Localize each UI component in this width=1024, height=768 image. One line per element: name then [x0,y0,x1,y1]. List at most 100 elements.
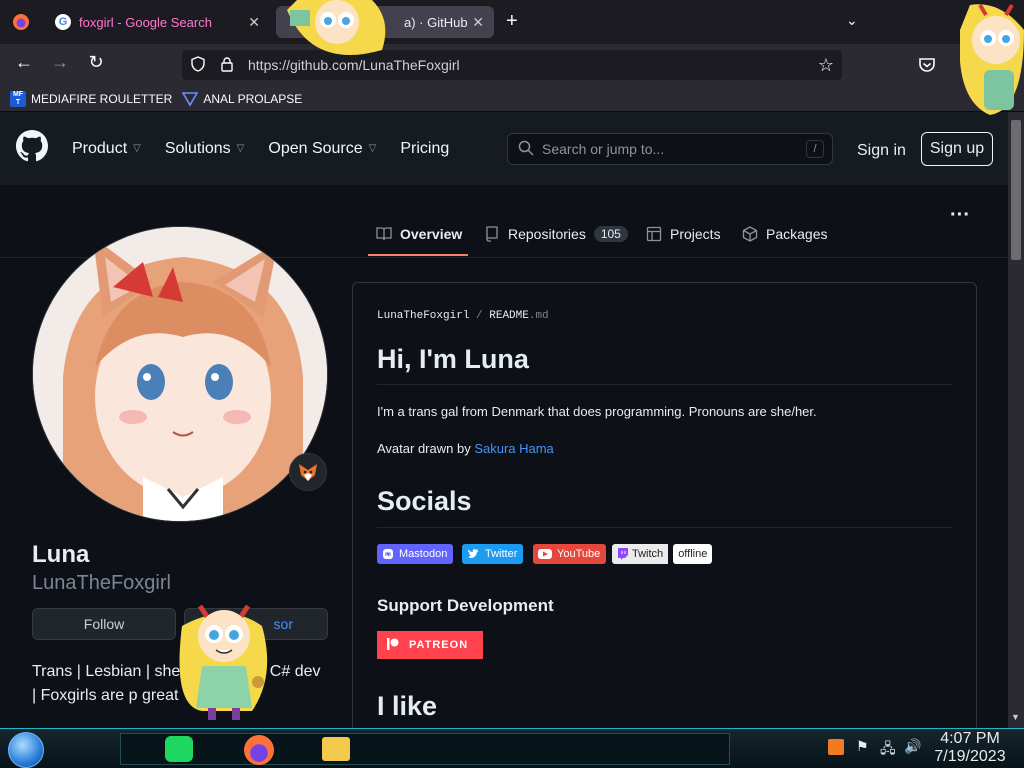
chevron-down-icon: ▽ [236,143,245,154]
breadcrumb-separator: / [476,310,483,322]
heading-socials: Socials [377,486,472,516]
nav-solutions[interactable]: Solutions ▽ [165,140,245,158]
firefox-taskbar-icon[interactable] [244,735,274,765]
bio-text: Trans | Lesbian | she/ [32,663,185,680]
bookmark-mediafire[interactable]: MF T MEDIAFIRE ROULETTER [10,90,173,107]
heading-i-like: I like [377,691,438,721]
tab-repositories[interactable]: Repositories 105 [484,226,628,242]
bookmark-star-icon[interactable]: ☆ [818,55,834,76]
cartoon-sticker-icon [960,3,1024,115]
volume-icon[interactable]: 🔊 [904,738,921,755]
mediafire-icon: MF T [10,90,26,107]
twitch-icon [618,548,628,560]
readme-file-ext: .md [528,310,549,322]
browser-tab-bar: G foxgirl - Google Search ✕ a) · GitHub … [0,0,1024,44]
twitch-badge[interactable]: Twitch offline [612,544,713,564]
nav-open-source[interactable]: Open Source ▽ [268,140,376,158]
twitch-badge-left: Twitch [612,544,669,564]
artist-link[interactable]: Sakura Hama [474,441,553,456]
avatar[interactable] [32,226,328,522]
start-orb-icon[interactable] [8,732,44,768]
close-icon[interactable]: ✕ [472,14,484,31]
repo-icon [486,226,498,242]
tab-label: foxgirl - Google Search [79,14,212,30]
badge-label: Mastodon [399,548,448,560]
badge-label: Twitch [632,548,664,560]
firefox-menu-icon[interactable] [12,13,30,36]
chevron-down-icon: ▽ [368,143,377,154]
back-icon[interactable]: ← [10,52,38,73]
google-icon: G [55,14,71,30]
tab-label: Packages [766,226,828,242]
clock-time: 4:07 PM [940,730,1000,747]
tray-app-icon[interactable] [828,739,844,755]
readme-file-name: README [489,310,529,322]
patreon-icon [387,637,399,653]
search-input[interactable]: Search or jump to... / [507,133,833,165]
tab-packages[interactable]: Packages [742,226,827,242]
pocket-icon[interactable] [918,56,936,79]
close-icon[interactable]: ✕ [248,14,260,31]
intro-text: I'm a trans gal from Denmark that does p… [377,404,817,419]
profile-display-name: Luna [32,541,90,568]
scroll-down-arrow-icon[interactable]: ▼ [1011,712,1020,722]
url-bar[interactable]: https://github.com/LunaTheFoxgirl ☆ [182,50,842,80]
avatar-credit: Avatar drawn by Sakura Hama [377,441,554,456]
follow-button[interactable]: Follow [32,608,176,640]
taskbar-apps [120,733,730,765]
youtube-play-icon [533,544,557,564]
tab-projects[interactable]: Projects [646,226,721,242]
shield-icon[interactable] [190,55,206,75]
network-icon[interactable]: 🖧 [880,738,896,762]
bookmark-label: MEDIAFIRE ROULETTER [31,91,173,106]
taskbar: ⚑ 🖧 🔊 4:07 PM 7/19/2023 [0,728,1024,768]
avatar-credit-prefix: Avatar drawn by [377,441,475,456]
bookmarks-toolbar: MF T MEDIAFIRE ROULETTER ANAL PROLAPSE [0,86,1024,112]
bookmark-icon [181,91,199,107]
flag-icon[interactable]: ⚑ [856,738,869,755]
github-logo-icon[interactable] [16,130,48,167]
chevron-down-icon: ▽ [133,143,141,154]
twitch-status: offline [673,544,713,564]
clock[interactable]: 4:07 PM 7/19/2023 [930,730,1010,766]
mastodon-badge[interactable]: Mastodon [377,544,454,564]
reload-icon[interactable]: ↻ [82,52,110,73]
heading-divider [377,527,953,528]
list-all-tabs-icon[interactable]: ⌄ [846,12,858,29]
nav-product[interactable]: Product ▽ [72,140,141,158]
mastodon-icon [377,544,399,564]
more-options-icon[interactable]: ··· [950,204,970,227]
badge-label: Twitter [485,548,518,560]
nav-pricing[interactable]: Pricing [400,140,449,158]
nav-label: Open Source [268,139,363,157]
scrollbar-thumb[interactable] [1011,120,1021,260]
heading-support: Support Development [377,596,554,615]
readme-owner-link[interactable]: LunaTheFoxgirl [377,310,469,322]
nav-label: Solutions [164,139,231,157]
nav-label: Pricing [400,139,450,157]
tab-label: Repositories [508,226,586,242]
heading-intro: Hi, I'm Luna [377,344,529,374]
lock-icon[interactable] [220,56,234,75]
book-icon [376,227,392,241]
search-placeholder: Search or jump to... [542,141,665,157]
new-tab-icon[interactable]: + [506,10,518,33]
nav-label: Product [72,139,128,157]
patreon-button[interactable]: PATREON [377,631,483,659]
browser-tab-google[interactable]: G foxgirl - Google Search ✕ [45,6,270,38]
tab-overview[interactable]: Overview [376,226,462,242]
bookmark-prolapse[interactable]: ANAL PROLAPSE [181,91,302,107]
spotify-icon[interactable] [165,736,193,762]
cartoon-sticker-icon [287,0,386,55]
patreon-label: PATREON [409,639,469,651]
youtube-badge[interactable]: YouTube [533,544,607,564]
file-explorer-icon[interactable] [322,737,350,761]
active-tab-underline [368,254,468,256]
sign-up-button[interactable]: Sign up [921,132,993,166]
status-emoji-fox-icon[interactable] [289,453,327,491]
forward-icon[interactable]: → [46,52,74,73]
cartoon-sticker-icon [179,604,268,720]
twitter-badge[interactable]: Twitter [462,544,524,564]
repo-count-badge: 105 [593,226,628,242]
sign-in-link[interactable]: Sign in [857,142,906,160]
